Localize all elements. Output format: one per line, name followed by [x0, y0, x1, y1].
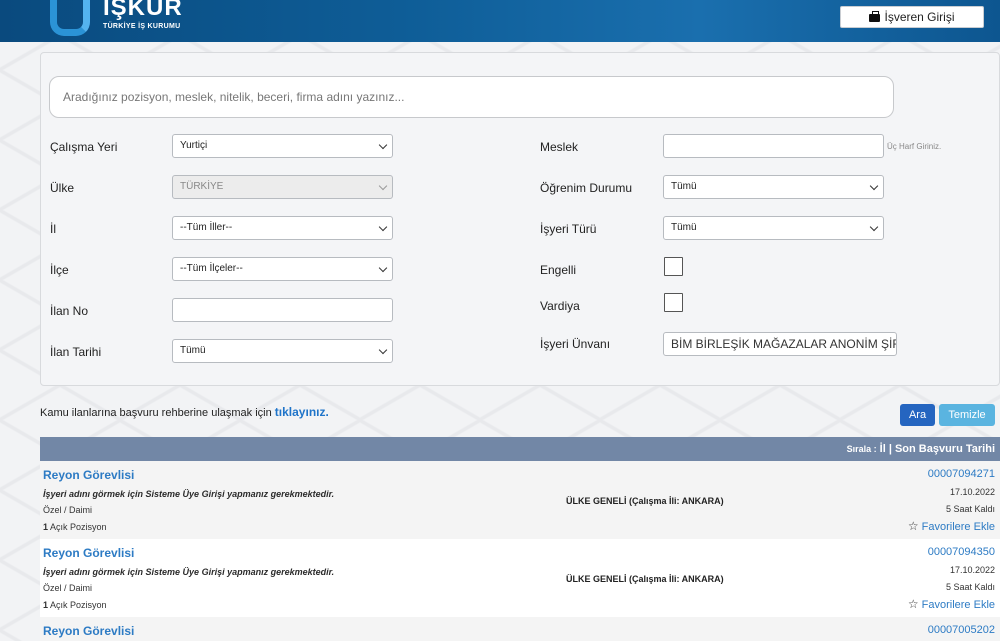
chevron-down-icon [378, 181, 388, 191]
open-label: Açık Pozisyon [50, 600, 107, 610]
isyeri-turu-value: Tümü [671, 222, 697, 233]
open-positions: 1 Açık Pozisyon [43, 522, 107, 532]
briefcase-icon [869, 11, 881, 22]
chevron-down-icon [378, 263, 388, 273]
clear-button[interactable]: Temizle [939, 404, 995, 426]
listing-number[interactable]: 00007094271 [928, 468, 995, 480]
ilan-no-input[interactable] [172, 298, 393, 322]
list-item[interactable]: Reyon Görevlisi İşyeri adını görmek için… [40, 461, 1000, 539]
employer-login-button[interactable]: İşveren Girişi [840, 6, 984, 28]
deadline-date: 17.10.2022 [949, 565, 995, 575]
isyeri-turu-select[interactable]: Tümü [663, 216, 884, 240]
job-location: ÜLKE GENELİ (Çalışma İli: ANKARA) [566, 496, 724, 506]
calisma-yeri-value: Yurtiçi [180, 140, 208, 151]
engelli-checkbox[interactable] [664, 257, 683, 276]
login-required-message: İşyeri adını görmek için Sisteme Üye Gir… [43, 489, 335, 499]
ilan-tarihi-label: İlan Tarihi [50, 345, 102, 359]
open-count: 1 [43, 600, 49, 610]
il-select[interactable]: --Tüm İller-- [172, 216, 393, 240]
notice-text: Kamu ilanlarına başvuru rehberine ulaşma… [40, 407, 272, 419]
time-remaining: 5 Saat Kaldı [945, 582, 995, 592]
vardiya-label: Vardiya [540, 299, 580, 313]
site-header: IŞKUR TÜRKİYE İŞ KURUMU İşveren Girişi [0, 0, 1000, 42]
ilce-select[interactable]: --Tüm İlçeler-- [172, 257, 393, 281]
calisma-yeri-label: Çalışma Yeri [50, 140, 118, 154]
star-icon: ☆ [907, 519, 919, 533]
logo-text[interactable]: IŞKUR [103, 0, 183, 22]
chevron-down-icon [378, 345, 388, 355]
isyeri-unvani-label: İşyeri Ünvanı [540, 337, 611, 351]
login-required-message: İşyeri adını görmek için Sisteme Üye Gir… [43, 567, 335, 577]
employment-type: Özel / Daimi [43, 505, 93, 515]
ogrenim-label: Öğrenim Durumu [540, 181, 633, 195]
listing-number[interactable]: 00007005202 [928, 624, 995, 636]
sort-bar: Sırala : İl | Son Başvuru Tarihi [40, 437, 1000, 461]
employer-login-label: İşveren Girişi [884, 10, 955, 24]
time-remaining: 5 Saat Kaldı [945, 504, 995, 514]
ilan-tarihi-select[interactable]: Tümü [172, 339, 393, 363]
logo-subtitle: TÜRKİYE İŞ KURUMU [103, 23, 181, 30]
chevron-down-icon [378, 222, 388, 232]
chevron-down-icon [869, 222, 879, 232]
chevron-down-icon [378, 140, 388, 150]
meslek-input[interactable] [663, 134, 884, 158]
star-icon: ☆ [907, 597, 919, 611]
open-positions: 1 Açık Pozisyon [43, 600, 107, 610]
public-listing-notice: Kamu ilanlarına başvuru rehberine ulaşma… [40, 405, 329, 419]
job-title[interactable]: Reyon Görevlisi [43, 546, 134, 560]
open-count: 1 [43, 522, 49, 532]
ilan-tarihi-value: Tümü [180, 345, 206, 356]
favorite-label: Favorilere Ekle [921, 521, 995, 533]
favorite-label: Favorilere Ekle [921, 599, 995, 611]
ulke-label: Ülke [50, 181, 75, 195]
ogrenim-select[interactable]: Tümü [663, 175, 884, 199]
employment-type: Özel / Daimi [43, 583, 93, 593]
isyeri-turu-label: İşyeri Türü [540, 222, 597, 236]
calisma-yeri-select[interactable]: Yurtiçi [172, 134, 393, 158]
search-button[interactable]: Ara [900, 404, 935, 426]
search-input[interactable]: Aradığınız pozisyon, meslek, nitelik, be… [49, 76, 894, 118]
ilce-label: İlçe [50, 263, 69, 277]
guide-link[interactable]: tıklayınız. [275, 405, 329, 419]
search-filter-panel: Aradığınız pozisyon, meslek, nitelik, be… [40, 52, 1000, 386]
engelli-label: Engelli [540, 263, 577, 277]
results-list: Sırala : İl | Son Başvuru Tarihi Reyon G… [40, 437, 1000, 641]
ilan-no-label: İlan No [50, 304, 89, 318]
sort-options[interactable]: İl | Son Başvuru Tarihi [880, 443, 995, 455]
il-value: --Tüm İller-- [180, 222, 233, 233]
open-label: Açık Pozisyon [50, 522, 107, 532]
list-item[interactable]: Reyon Görevlisi İşyeri adını görmek için… [40, 539, 1000, 617]
meslek-label: Meslek [540, 140, 579, 154]
ilce-value: --Tüm İlçeler-- [180, 263, 243, 274]
ulke-select: TÜRKİYE [172, 175, 393, 199]
isyeri-unvani-input[interactable]: BİM BİRLEŞİK MAĞAZALAR ANONİM ŞİRI [663, 332, 897, 356]
ulke-value: TÜRKİYE [180, 181, 224, 192]
listing-number[interactable]: 00007094350 [928, 546, 995, 558]
job-location: ÜLKE GENELİ (Çalışma İli: ANKARA) [566, 574, 724, 584]
iskur-logo-icon[interactable] [50, 0, 90, 36]
ogrenim-value: Tümü [671, 181, 697, 192]
job-title[interactable]: Reyon Görevlisi [43, 468, 134, 482]
meslek-hint: Üç Harf Giriniz. [887, 142, 942, 151]
vardiya-checkbox[interactable] [664, 293, 683, 312]
job-title[interactable]: Reyon Görevlisi [43, 624, 134, 638]
deadline-date: 17.10.2022 [949, 487, 995, 497]
add-favorite-button[interactable]: ☆ Favorilere Ekle [908, 519, 995, 533]
chevron-down-icon [869, 181, 879, 191]
list-item[interactable]: Reyon Görevlisi 00007005202 [40, 617, 1000, 641]
add-favorite-button[interactable]: ☆ Favorilere Ekle [908, 597, 995, 611]
il-label: İl [50, 222, 56, 236]
sort-prefix: Sırala : [846, 444, 877, 454]
